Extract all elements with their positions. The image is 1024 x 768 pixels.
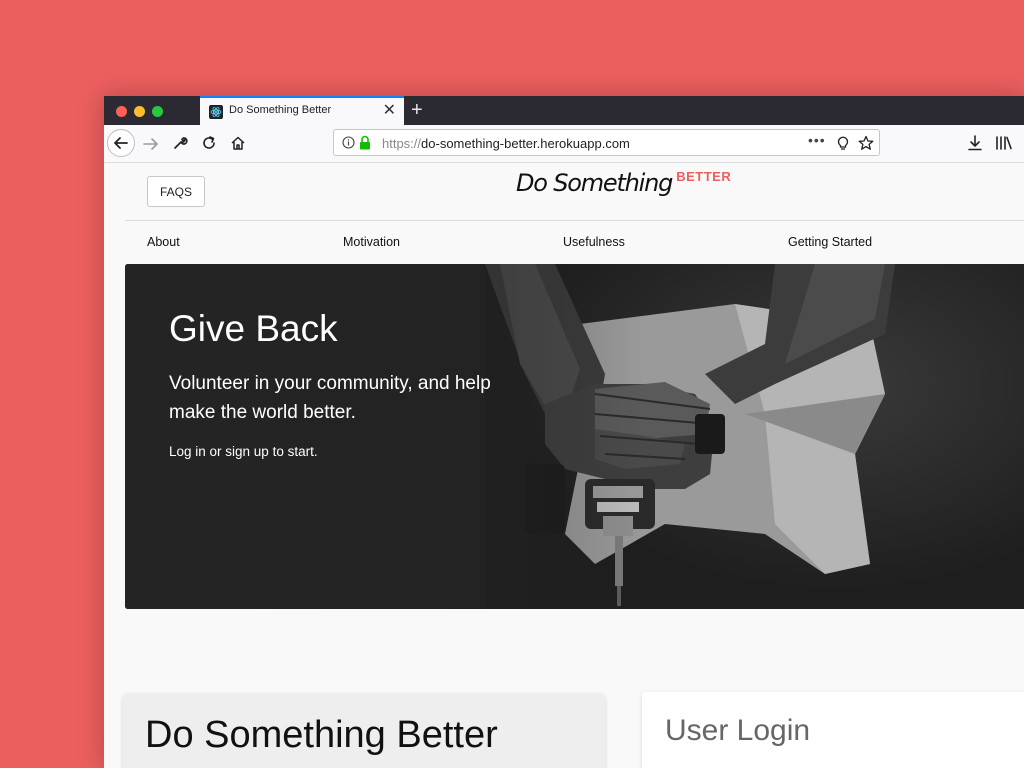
close-window-button[interactable] [116, 106, 127, 117]
wrench-icon [174, 137, 188, 149]
downloads-button[interactable] [967, 135, 983, 156]
home-icon [231, 136, 245, 150]
about-card: Do Something Better [123, 694, 605, 768]
nav-link-motivation[interactable]: Motivation [343, 235, 400, 249]
library-icon [996, 136, 1012, 150]
reload-icon [203, 136, 215, 149]
wrench-button[interactable] [172, 135, 188, 156]
about-card-title: Do Something Better [145, 714, 498, 756]
logo-main-text: Do Something [516, 169, 673, 197]
logo-sub-text: BETTER [676, 169, 732, 184]
lightbulb-icon[interactable] [836, 135, 850, 156]
header-divider [125, 220, 1024, 221]
hero-subtitle: Volunteer in your community, and help ma… [169, 373, 491, 423]
faqs-button[interactable]: FAQS [147, 176, 205, 207]
bookmark-star-icon[interactable] [858, 135, 874, 156]
url-text: https://do-something-better.herokuapp.co… [382, 136, 630, 151]
nav-link-getting-started[interactable]: Getting Started [788, 235, 872, 249]
tab-title: Do Something Better [229, 104, 332, 116]
navigation-toolbar: https://do-something-better.herokuapp.co… [104, 125, 1024, 163]
tab-close-icon[interactable]: ✕ [383, 101, 396, 121]
home-button[interactable] [230, 135, 246, 156]
page-content: FAQS Do Something BETTER About Motivation… [104, 163, 1024, 768]
url-bar[interactable]: https://do-something-better.herokuapp.co… [333, 129, 880, 156]
login-card-title: User Login [665, 714, 811, 747]
reload-button[interactable] [201, 135, 217, 156]
tab-active[interactable]: Do Something Better ✕ [200, 96, 404, 125]
info-icon[interactable] [342, 136, 355, 154]
back-button[interactable] [107, 129, 135, 157]
tab-bar: Do Something Better ✕ + [104, 96, 1024, 125]
login-card: User Login [642, 692, 1024, 768]
react-favicon-icon [209, 105, 223, 119]
arrow-right-icon [143, 138, 158, 150]
lock-icon [359, 135, 371, 155]
download-icon [968, 135, 982, 151]
library-button[interactable] [995, 135, 1013, 156]
hero-login-hint: Log in or sign up to start. [169, 444, 318, 459]
url-host: do-something-better.herokuapp.com [421, 136, 630, 151]
new-tab-button[interactable]: + [411, 98, 423, 122]
page-actions-menu-icon[interactable]: ••• [808, 132, 826, 148]
forward-button[interactable] [142, 135, 160, 158]
site-logo[interactable]: Do Something BETTER [516, 169, 731, 197]
minimize-window-button[interactable] [134, 106, 145, 117]
hero-banner: Give Back Volunteer in your community, a… [125, 264, 1024, 609]
hero-title: Give Back [169, 308, 338, 349]
arrow-left-icon [114, 137, 128, 149]
maximize-window-button[interactable] [152, 106, 163, 117]
url-scheme: https:// [382, 136, 422, 151]
nav-link-usefulness[interactable]: Usefulness [563, 235, 625, 249]
nav-link-about[interactable]: About [147, 235, 180, 249]
browser-window: Do Something Better ✕ + https://do-somet… [104, 96, 1024, 768]
